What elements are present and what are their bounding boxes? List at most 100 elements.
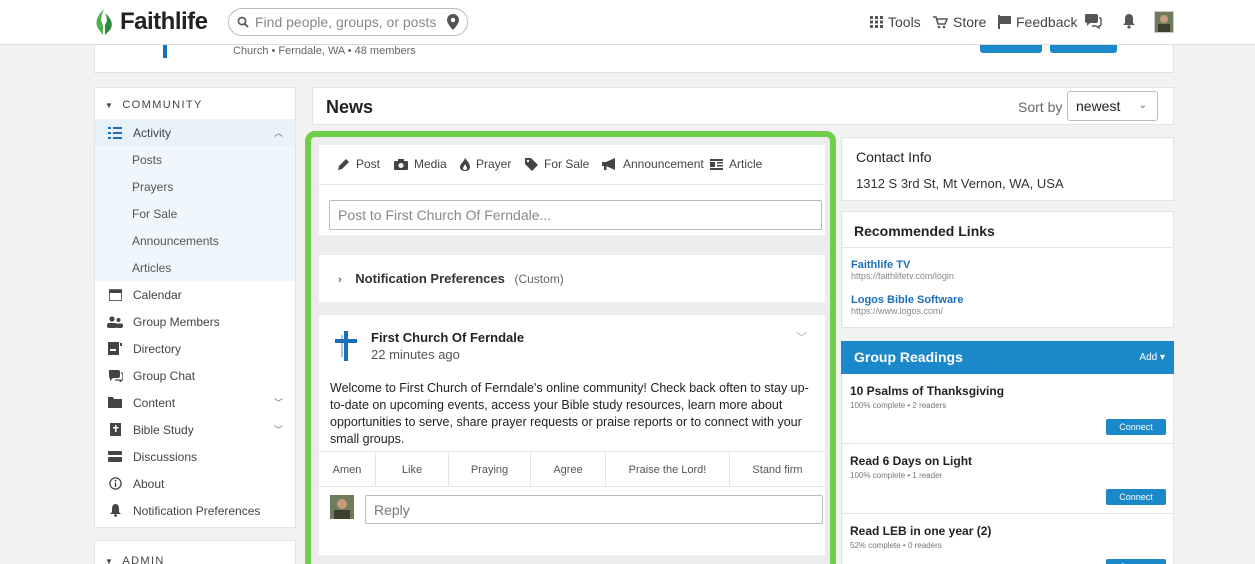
post-menu-chevron-icon[interactable]: ﹀ xyxy=(796,329,807,345)
articles-label: Articles xyxy=(132,260,172,275)
link-url: https://www.logos.com/ xyxy=(851,306,944,316)
reading-item[interactable]: Read LEB in one year (2) 52% complete • … xyxy=(842,514,1173,564)
reaction-agree-label: Agree xyxy=(553,463,583,476)
reaction-praying-label: Praying xyxy=(470,463,509,476)
reaction-like[interactable]: Like xyxy=(376,452,449,487)
reaction-agree[interactable]: Agree xyxy=(531,452,606,487)
group-action-button-1[interactable] xyxy=(980,45,1042,53)
post-time[interactable]: 22 minutes ago xyxy=(371,347,460,362)
reading-meta: 100% complete • 1 reader xyxy=(850,471,943,480)
reaction-stand-firm[interactable]: Stand firm xyxy=(730,452,825,487)
megaphone-icon xyxy=(602,158,615,170)
store-link[interactable]: Store xyxy=(933,14,986,30)
link-faithlife-tv[interactable]: Faithlife TV https://faithlifetv.com/log… xyxy=(851,259,954,281)
post-type-prayer-label: Prayer xyxy=(476,157,512,171)
tag-icon xyxy=(525,157,538,171)
link-logos[interactable]: Logos Bible Software https://www.logos.c… xyxy=(851,294,963,316)
sidebar-item-prayers[interactable]: Prayers xyxy=(95,173,295,200)
sidebar-item-group-members[interactable]: Group Members xyxy=(95,308,295,335)
user-avatar[interactable] xyxy=(1154,11,1174,33)
sidebar-item-bible-study[interactable]: Bible Study ﹀ xyxy=(95,416,295,443)
members-icon xyxy=(107,315,123,328)
composer-divider xyxy=(319,184,825,185)
reading-item[interactable]: Read 6 Days on Light 100% complete • 1 r… xyxy=(842,444,1173,514)
calendar-icon xyxy=(107,288,123,301)
community-heading[interactable]: ▼ COMMUNITY xyxy=(105,99,203,111)
top-navbar: Faithlife Find people, groups, or posts … xyxy=(0,0,1255,45)
reaction-amen[interactable]: Amen xyxy=(319,452,376,487)
chevron-down-icon: ﹀ xyxy=(273,398,283,408)
link-name: Logos Bible Software xyxy=(851,294,964,306)
admin-section[interactable]: ▼ ADMIN xyxy=(94,540,296,564)
group-readings-list: 10 Psalms of Thanksgiving 100% complete … xyxy=(841,374,1174,564)
post-type-for-sale[interactable]: For Sale xyxy=(525,157,589,171)
post-type-prayer[interactable]: Prayer xyxy=(460,157,511,171)
sidebar-item-content[interactable]: Content ﹀ xyxy=(95,389,295,416)
post-type-media[interactable]: Media xyxy=(394,157,447,171)
sidebar-item-notification-preferences[interactable]: Notification Preferences xyxy=(95,497,295,524)
sidebar-item-activity[interactable]: Activity ︿ xyxy=(95,119,295,146)
link-url: https://faithlifetv.com/login xyxy=(851,271,954,281)
news-header: News Sort by newest ⌄ xyxy=(312,87,1174,125)
contact-info-card: Contact Info 1312 S 3rd St, Mt Vernon, W… xyxy=(841,137,1174,201)
notification-preferences-toggle[interactable]: › Notification Preferences (Custom) xyxy=(338,271,564,286)
search-input[interactable]: Find people, groups, or posts xyxy=(228,8,468,36)
discussions-icon xyxy=(107,451,123,462)
location-pin-icon[interactable] xyxy=(447,14,459,30)
flame-icon xyxy=(460,157,470,171)
sidebar-item-articles[interactable]: Articles xyxy=(95,254,295,281)
reaction-stand-firm-label: Stand firm xyxy=(752,463,803,476)
notification-value: (Custom) xyxy=(514,272,564,286)
article-icon xyxy=(710,158,723,170)
pencil-icon xyxy=(338,159,349,170)
reading-title[interactable]: Read 6 Days on Light xyxy=(850,454,972,468)
sort-select[interactable]: newest ⌄ xyxy=(1067,91,1158,121)
post-author[interactable]: First Church Of Ferndale xyxy=(371,330,524,345)
activity-icon xyxy=(107,126,123,139)
post-type-article[interactable]: Article xyxy=(710,157,762,171)
add-reading-button[interactable]: Add ▾ xyxy=(1139,352,1165,363)
post-type-post-label: Post xyxy=(356,157,381,171)
sidebar-item-posts[interactable]: Posts xyxy=(95,146,295,173)
reaction-praise-the-lord[interactable]: Praise the Lord! xyxy=(606,452,730,487)
post-type-announcement[interactable]: Announcement xyxy=(602,157,704,171)
chat-icon[interactable] xyxy=(1084,13,1102,34)
sidebar-item-directory[interactable]: Directory xyxy=(95,335,295,362)
faithlife-logo[interactable]: Faithlife xyxy=(92,7,208,37)
sidebar-item-for-sale[interactable]: For Sale xyxy=(95,200,295,227)
sidebar-item-calendar[interactable]: Calendar xyxy=(95,281,295,308)
about-label: About xyxy=(133,476,165,491)
reading-title[interactable]: 10 Psalms of Thanksgiving xyxy=(850,384,1004,398)
sidebar-item-group-chat[interactable]: Group Chat xyxy=(95,362,295,389)
reply-user-avatar xyxy=(330,495,354,519)
recommended-links-card: Recommended Links Faithlife TV https://f… xyxy=(841,211,1174,328)
group-chat-label: Group Chat xyxy=(133,368,196,383)
connect-button[interactable]: Connect xyxy=(1106,489,1166,505)
group-header-card: Church • Ferndale, WA • 48 members xyxy=(94,45,1174,73)
tools-link[interactable]: Tools xyxy=(870,14,921,30)
sidebar-item-announcements[interactable]: Announcements xyxy=(95,227,295,254)
group-action-button-2[interactable] xyxy=(1050,45,1117,53)
left-sidebar: ▼ COMMUNITY Activity ︿ Posts Prayers For… xyxy=(94,87,296,528)
sidebar-item-about[interactable]: About xyxy=(95,470,295,497)
news-title: News xyxy=(326,97,374,117)
announcements-label: Announcements xyxy=(132,233,219,248)
feedback-link[interactable]: Feedback xyxy=(998,14,1077,30)
sidebar-item-discussions[interactable]: Discussions xyxy=(95,443,295,470)
connect-button[interactable]: Connect xyxy=(1106,419,1166,435)
reading-meta: 100% complete • 2 readers xyxy=(850,401,947,410)
post-input[interactable]: Post to First Church Of Ferndale... xyxy=(329,200,822,230)
reading-title[interactable]: Read LEB in one year (2) xyxy=(850,524,991,538)
admin-heading: ▼ ADMIN xyxy=(105,555,165,564)
links-heading: Recommended Links xyxy=(854,223,995,239)
reply-placeholder: Reply xyxy=(374,502,410,518)
bible-icon xyxy=(107,423,123,436)
reply-input[interactable]: Reply xyxy=(365,495,823,524)
connect-button[interactable]: Connect xyxy=(1106,559,1166,564)
bell-icon[interactable] xyxy=(1122,13,1136,34)
notification-preferences-bar[interactable]: › Notification Preferences (Custom) xyxy=(319,255,825,302)
church-cross-icon[interactable] xyxy=(335,331,357,366)
reading-item[interactable]: 10 Psalms of Thanksgiving 100% complete … xyxy=(842,374,1173,444)
reaction-praying[interactable]: Praying xyxy=(449,452,531,487)
post-type-post[interactable]: Post xyxy=(338,157,380,171)
